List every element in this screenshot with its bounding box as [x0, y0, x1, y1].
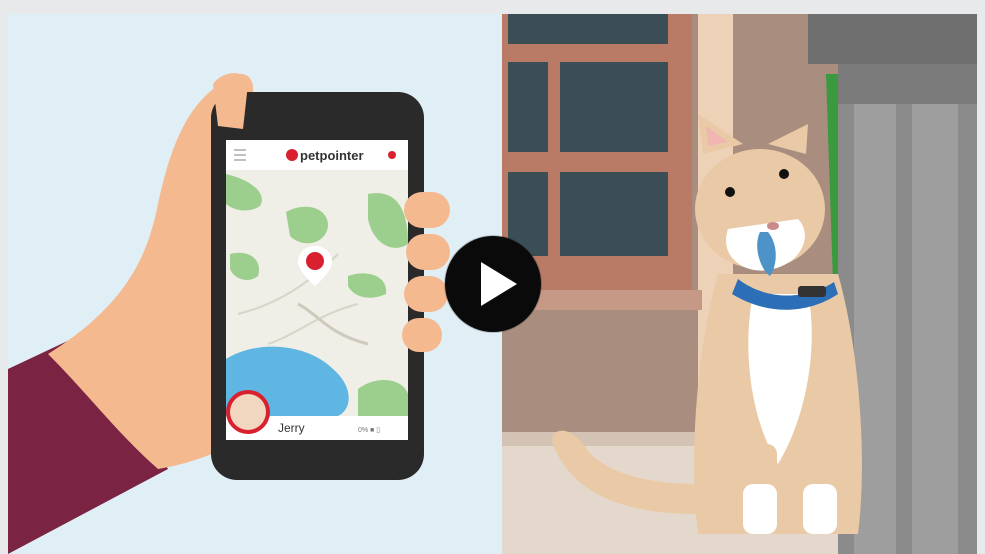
finger: [406, 234, 450, 270]
finger: [404, 192, 450, 228]
window-pane: [560, 62, 668, 152]
finger: [402, 318, 442, 352]
cat-eye: [779, 169, 789, 179]
video-player[interactable]: petpointer Jerry 0% ■ ▯: [8, 14, 977, 554]
play-icon: [481, 262, 517, 306]
window-pane: [508, 62, 548, 152]
brand-logo-icon: [286, 149, 298, 161]
cat-nose: [767, 222, 779, 230]
window-pane: [508, 14, 668, 44]
battery-status: 0% ■ ▯: [358, 427, 380, 434]
status-dot: [388, 151, 396, 159]
gps-tracker: [798, 286, 826, 297]
finger: [404, 276, 448, 312]
thumb: [213, 73, 248, 129]
map-park: [358, 379, 408, 416]
app-brand: petpointer: [300, 148, 364, 163]
play-button[interactable]: [445, 236, 541, 332]
pet-name: Jerry: [278, 421, 305, 435]
page-background: petpointer Jerry 0% ■ ▯: [0, 0, 985, 554]
cat-eye: [725, 187, 735, 197]
map-park: [286, 206, 328, 244]
map: [226, 170, 408, 416]
window-pane: [560, 172, 668, 256]
door-top: [808, 14, 977, 64]
